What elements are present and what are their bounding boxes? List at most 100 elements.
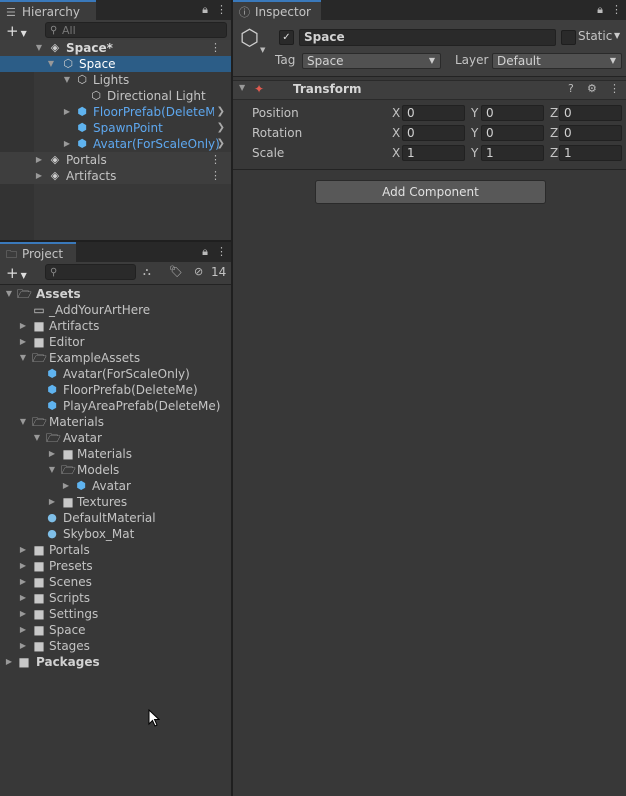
scene-menu-icon[interactable]: ⋮ (210, 40, 221, 56)
collapse-arrow-icon[interactable]: ▶ (18, 606, 28, 622)
help-icon[interactable]: ? (568, 82, 574, 95)
collapse-arrow-icon[interactable]: ▶ (34, 168, 44, 184)
hierarchy-search-input[interactable]: ⚲ All (45, 22, 227, 38)
layer-dropdown[interactable]: Default ▼ (492, 53, 622, 69)
collapse-arrow-icon[interactable]: ▶ (18, 574, 28, 590)
hierarchy-item-directional-light[interactable]: ⬡ Directional Light (0, 88, 231, 104)
collapse-arrow-icon[interactable]: ▶ (4, 654, 14, 670)
scene-row-portals[interactable]: ▶ ◈ Portals ⋮ (0, 152, 231, 168)
lock-icon[interactable]: 🔒︎ (202, 3, 208, 16)
active-checkbox[interactable]: ✓ (279, 30, 294, 45)
scene-menu-icon[interactable]: ⋮ (210, 152, 221, 168)
collapse-arrow-icon[interactable]: ▶ (18, 558, 28, 574)
collapse-arrow-icon[interactable]: ▶ (47, 494, 57, 510)
project-item-models[interactable]: ▼ 🗁 Models (0, 462, 231, 478)
hidden-packages-icon[interactable]: ⊘ (194, 265, 203, 278)
static-checkbox[interactable] (561, 30, 576, 45)
scale-z-field[interactable]: 1 (559, 145, 622, 161)
collapse-arrow-icon[interactable]: ▶ (61, 478, 71, 494)
collapse-arrow-icon[interactable]: ▶ (18, 638, 28, 654)
expand-arrow-icon[interactable]: ▼ (32, 430, 42, 446)
project-item-exampleassets[interactable]: ▼ 🗁 ExampleAssets (0, 350, 231, 366)
position-z-field[interactable]: 0 (559, 105, 622, 121)
chevron-right-icon[interactable]: ❯ (217, 104, 225, 120)
hierarchy-item-spawnpoint[interactable]: ⬢ SpawnPoint ❯ (0, 120, 231, 136)
kebab-menu-icon[interactable]: ⋮ (216, 3, 227, 16)
project-item-materials-avatar[interactable]: ▼ 🗁 Avatar (0, 430, 231, 446)
project-item-presets[interactable]: ▶ ■ Presets (0, 558, 231, 574)
collapse-arrow-icon[interactable]: ▶ (18, 334, 28, 350)
tab-inspector[interactable]: ⓘ Inspector (233, 0, 321, 20)
position-y-field[interactable]: 0 (481, 105, 544, 121)
collapse-arrow-icon[interactable]: ▶ (18, 542, 28, 558)
expand-arrow-icon[interactable]: ▼ (18, 414, 28, 430)
project-item-avatar-materials[interactable]: ▶ ■ Materials (0, 446, 231, 462)
component-menu-icon[interactable]: ⋮ (609, 82, 620, 95)
tab-hierarchy[interactable]: ☰ Hierarchy (0, 0, 96, 20)
expand-arrow-icon[interactable]: ▼ (62, 72, 72, 88)
collapse-arrow-icon[interactable]: ▶ (18, 622, 28, 638)
project-item-space[interactable]: ▶ ■ Space (0, 622, 231, 638)
expand-arrow-icon[interactable]: ▼ (46, 56, 56, 72)
kebab-menu-icon[interactable]: ⋮ (216, 245, 227, 258)
filter-by-label-icon[interactable]: 🏷︎ (169, 265, 183, 278)
hierarchy-item-avatar[interactable]: ▶ ⬢ Avatar(ForScaleOnly) ❯ (0, 136, 231, 152)
transform-header[interactable]: ▼ ✦ Transform ? ⚙ ⋮ (233, 80, 626, 100)
presets-sliders-icon[interactable]: ⚙ (587, 82, 597, 95)
scale-y-field[interactable]: 1 (481, 145, 544, 161)
expand-arrow-icon[interactable]: ▼ (34, 40, 44, 56)
position-x-field[interactable]: 0 (402, 105, 465, 121)
add-component-button[interactable]: Add Component (315, 180, 546, 204)
tab-project[interactable]: 🗀 Project (0, 242, 76, 262)
collapse-arrow-icon[interactable]: ▶ (62, 104, 72, 120)
foldout-arrow-icon[interactable]: ▼ (239, 83, 245, 92)
expand-arrow-icon[interactable]: ▼ (18, 350, 28, 366)
project-item-settings[interactable]: ▶ ■ Settings (0, 606, 231, 622)
lock-icon[interactable]: 🔒︎ (597, 3, 603, 16)
project-item-textures[interactable]: ▶ ■ Textures (0, 494, 231, 510)
rotation-y-field[interactable]: 0 (481, 125, 544, 141)
scene-menu-icon[interactable]: ⋮ (210, 168, 221, 184)
rotation-x-field[interactable]: 0 (402, 125, 465, 141)
project-item-portals[interactable]: ▶ ■ Portals (0, 542, 231, 558)
project-item-skybox-mat[interactable]: ● Skybox_Mat (0, 526, 231, 542)
scene-row[interactable]: ▼ ◈ Space* ⋮ (0, 40, 231, 56)
collapse-arrow-icon[interactable]: ▶ (34, 152, 44, 168)
project-item-defaultmaterial[interactable]: ● DefaultMaterial (0, 510, 231, 526)
collapse-arrow-icon[interactable]: ▶ (18, 318, 28, 334)
hierarchy-item-space[interactable]: ▼ ⬡ Space (0, 56, 231, 72)
project-item-assets[interactable]: ▼ 🗁 Assets (0, 286, 231, 302)
scale-x-field[interactable]: 1 (402, 145, 465, 161)
hierarchy-item-floor-prefab[interactable]: ▶ ⬢ FloorPrefab(DeleteMe ❯ (0, 104, 231, 120)
project-item-avatar-prefab[interactable]: ⬢ Avatar(ForScaleOnly) (0, 366, 231, 382)
expand-arrow-icon[interactable]: ▼ (47, 462, 57, 478)
project-item-packages[interactable]: ▶ ■ Packages (0, 654, 231, 670)
kebab-menu-icon[interactable]: ⋮ (611, 3, 622, 16)
filter-by-type-icon[interactable]: ⛬ (143, 265, 151, 279)
rotation-z-field[interactable]: 0 (559, 125, 622, 141)
chevron-right-icon[interactable]: ❯ (217, 120, 225, 136)
object-name-field[interactable]: Space (299, 29, 556, 46)
scene-row-artifacts[interactable]: ▶ ◈ Artifacts ⋮ (0, 168, 231, 184)
project-item-floorprefab[interactable]: ⬢ FloorPrefab(DeleteMe) (0, 382, 231, 398)
project-item-materials[interactable]: ▼ 🗁 Materials (0, 414, 231, 430)
project-item-stages[interactable]: ▶ ■ Stages (0, 638, 231, 654)
project-item-editor[interactable]: ▶ ■ Editor (0, 334, 231, 350)
project-item-addyourart[interactable]: ▭ _AddYourArtHere (0, 302, 231, 318)
gameobject-cube-icon[interactable]: ⬡ (240, 26, 259, 52)
project-item-scenes[interactable]: ▶ ■ Scenes (0, 574, 231, 590)
collapse-arrow-icon[interactable]: ▶ (47, 446, 57, 462)
project-item-models-avatar[interactable]: ▶ ⬢ Avatar (0, 478, 231, 494)
create-asset-button[interactable]: + ▼ (6, 264, 27, 285)
icon-dropdown-arrow-icon[interactable]: ▼ (260, 46, 265, 54)
project-item-scripts[interactable]: ▶ ■ Scripts (0, 590, 231, 606)
tag-dropdown[interactable]: Space ▼ (302, 53, 441, 69)
collapse-arrow-icon[interactable]: ▶ (62, 136, 72, 152)
project-item-playareaprefab[interactable]: ⬢ PlayAreaPrefab(DeleteMe) (0, 398, 231, 414)
lock-icon[interactable]: 🔒︎ (202, 245, 208, 258)
collapse-arrow-icon[interactable]: ▶ (18, 590, 28, 606)
project-search-input[interactable]: ⚲ (45, 264, 136, 280)
expand-arrow-icon[interactable]: ▼ (4, 286, 14, 302)
hierarchy-item-lights[interactable]: ▼ ⬡ Lights (0, 72, 231, 88)
project-item-artifacts[interactable]: ▶ ■ Artifacts (0, 318, 231, 334)
